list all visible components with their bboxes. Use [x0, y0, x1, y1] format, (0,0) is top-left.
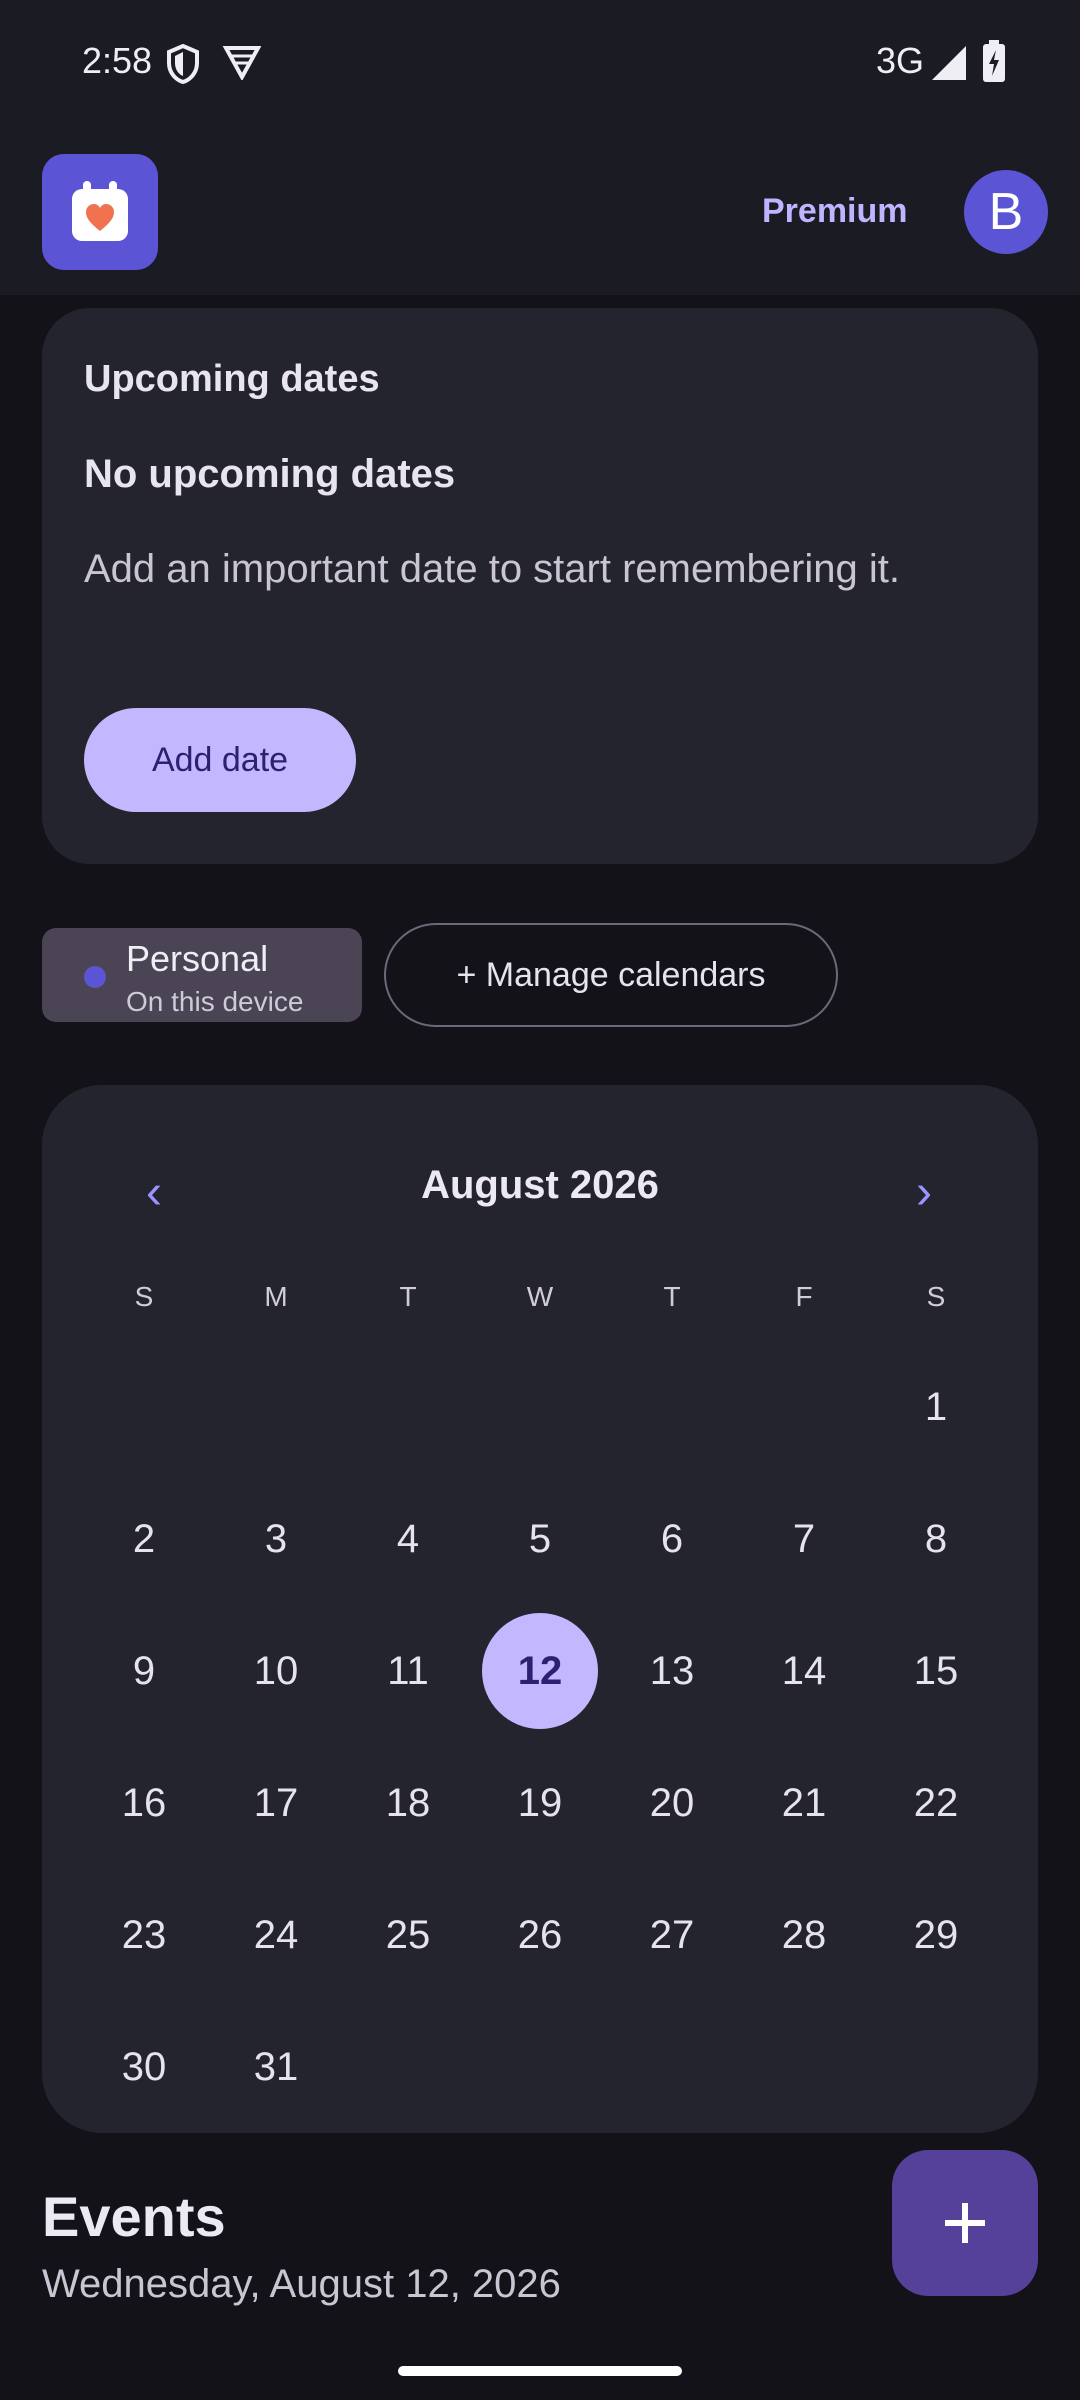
network-type: 3G — [876, 40, 925, 81]
calendar-color-dot — [84, 966, 106, 988]
avatar[interactable]: B — [964, 170, 1048, 254]
calendar-day[interactable]: 10 — [218, 1613, 334, 1729]
calendar-day[interactable]: 2 — [86, 1481, 202, 1597]
calendar-day[interactable]: 9 — [86, 1613, 202, 1729]
vpn-icon — [222, 44, 262, 85]
weekday-header: S — [926, 1281, 946, 1312]
calendar-day[interactable]: 17 — [218, 1745, 334, 1861]
next-month-button[interactable]: › — [894, 1165, 954, 1220]
home-indicator[interactable] — [398, 2366, 682, 2376]
battery-charging-icon — [982, 40, 1006, 87]
calendar-heart-icon — [72, 181, 128, 241]
calendar-day[interactable]: 3 — [218, 1481, 334, 1597]
empty-state-title: No upcoming dates — [84, 452, 456, 496]
calendar-day[interactable]: 30 — [86, 2009, 202, 2125]
calendar-day[interactable]: 6 — [614, 1481, 730, 1597]
calendar-day[interactable]: 5 — [482, 1481, 598, 1597]
calendar-day[interactable]: 22 — [878, 1745, 994, 1861]
calendar-day[interactable]: 20 — [614, 1745, 730, 1861]
calendar-day[interactable]: 29 — [878, 1877, 994, 1993]
add-event-fab[interactable] — [892, 2150, 1038, 2296]
calendar-day[interactable]: 31 — [218, 2009, 334, 2125]
weekday-header: S — [134, 1281, 154, 1312]
calendar-day[interactable]: 14 — [746, 1613, 862, 1729]
shield-icon — [166, 43, 200, 89]
calendar-day[interactable]: 4 — [350, 1481, 466, 1597]
status-bar: 2:58 3G — [0, 0, 1080, 130]
calendar-chip-personal[interactable]: Personal On this device — [42, 928, 362, 1022]
calendar-day[interactable]: 26 — [482, 1877, 598, 1993]
calendar-day[interactable]: 8 — [878, 1481, 994, 1597]
status-time: 2:58 — [82, 40, 153, 81]
app-bar: Premium B — [0, 130, 1080, 295]
calendar-chip-title: Personal — [126, 938, 269, 979]
signal-icon — [932, 46, 968, 85]
premium-link[interactable]: Premium — [762, 192, 908, 231]
weekday-header: T — [399, 1281, 417, 1312]
manage-calendars-button[interactable]: + Manage calendars — [384, 923, 838, 1027]
calendar-day[interactable]: 28 — [746, 1877, 862, 1993]
calendar-day[interactable]: 23 — [86, 1877, 202, 1993]
weekday-header: W — [526, 1281, 554, 1312]
calendar-day[interactable]: 24 — [218, 1877, 334, 1993]
upcoming-heading: Upcoming dates — [84, 358, 380, 400]
calendar-day[interactable]: 11 — [350, 1613, 466, 1729]
calendar-day[interactable]: 18 — [350, 1745, 466, 1861]
weekday-header: M — [264, 1281, 288, 1312]
plus-icon — [945, 2203, 985, 2243]
month-calendar: ‹ August 2026 › S M T W T F S 1234567891… — [42, 1085, 1038, 2133]
events-title: Events — [42, 2185, 226, 2248]
weekday-header: F — [795, 1281, 813, 1312]
calendar-day[interactable]: 21 — [746, 1745, 862, 1861]
calendar-day[interactable]: 1 — [878, 1349, 994, 1465]
calendar-day-selected[interactable]: 12 — [482, 1613, 598, 1729]
weekday-header: T — [663, 1281, 681, 1312]
upcoming-dates-card: Upcoming dates No upcoming dates Add an … — [42, 308, 1038, 864]
calendar-day[interactable]: 13 — [614, 1613, 730, 1729]
app-logo[interactable] — [42, 154, 158, 270]
empty-state-description: Add an important date to start rememberi… — [84, 547, 900, 591]
calendar-chip-subtitle: On this device — [126, 986, 304, 1017]
calendar-day[interactable]: 15 — [878, 1613, 994, 1729]
calendar-day[interactable]: 27 — [614, 1877, 730, 1993]
add-date-button[interactable]: Add date — [84, 708, 356, 812]
calendar-day[interactable]: 7 — [746, 1481, 862, 1597]
app-screen: 2:58 3G Premium B Upcoming dates No upco… — [0, 0, 1080, 2400]
month-label: August 2026 — [421, 1163, 659, 1207]
events-date: Wednesday, August 12, 2026 — [42, 2262, 561, 2306]
calendar-day[interactable]: 16 — [86, 1745, 202, 1861]
calendar-day[interactable]: 19 — [482, 1745, 598, 1861]
calendar-day[interactable]: 25 — [350, 1877, 466, 1993]
